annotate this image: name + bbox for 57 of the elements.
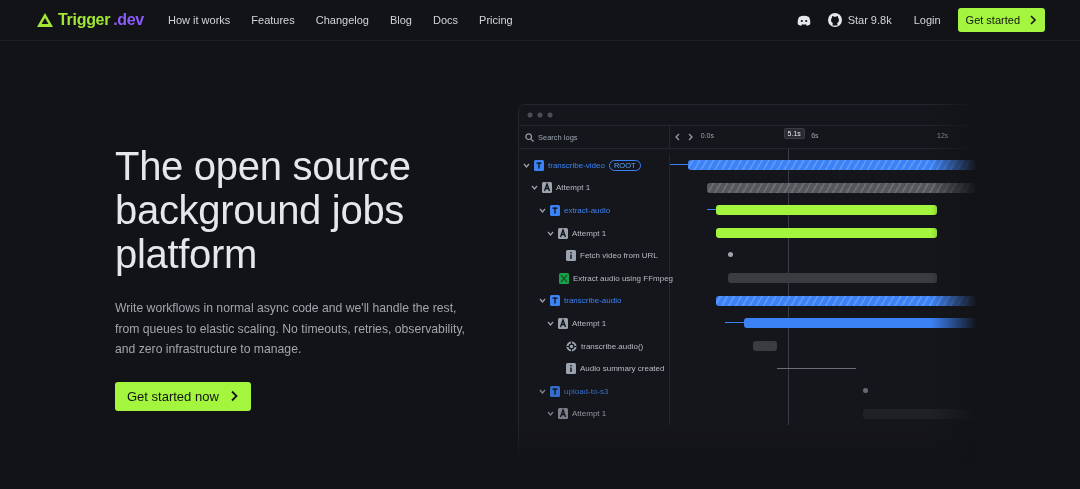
hero-description: Write workflows in normal async code and we'll handle the rest, from queues to elastic scaling. No timeouts, retries, observability, and zero infrastructure to manage. — [115, 300, 466, 358]
nav-link[interactable]: How it works — [167, 14, 231, 26]
chevron-icon[interactable] — [547, 319, 554, 327]
row-label[interactable]: Fetch video from URL — [580, 251, 658, 261]
logo[interactable]: Trigger .dev — [37, 11, 144, 29]
nav-link[interactable]: Features — [251, 14, 295, 26]
chevron-icon[interactable] — [531, 184, 538, 192]
event-dot — [863, 387, 869, 393]
row-label[interactable]: Extract audio using FFmpeg — [573, 273, 674, 283]
attempt-icon — [558, 227, 568, 239]
task-icon — [534, 159, 544, 171]
arrows-icon — [675, 133, 693, 141]
chevron-right-icon — [229, 390, 238, 402]
task-icon — [550, 385, 560, 397]
queue-line — [725, 322, 744, 324]
chevron-icon[interactable] — [539, 387, 546, 395]
api-icon — [566, 340, 577, 352]
row-label[interactable]: Attempt 1 — [556, 183, 591, 193]
chevron-icon[interactable] — [523, 161, 530, 169]
row-label[interactable]: Audio summary created — [580, 364, 665, 374]
discord-link[interactable] — [796, 14, 811, 26]
queue-line — [706, 209, 717, 211]
task-icon — [550, 205, 560, 216]
row-label[interactable]: transcribe-audio — [564, 296, 622, 306]
chevron-icon[interactable] — [539, 297, 546, 305]
nav-link[interactable]: Pricing — [479, 14, 513, 26]
chevron-icon[interactable] — [547, 410, 554, 418]
search-icon — [525, 132, 534, 142]
attempt-icon — [558, 317, 568, 329]
chevron-icon[interactable] — [547, 229, 554, 237]
row-label[interactable]: extract-audio — [564, 206, 611, 215]
event-dot — [728, 252, 734, 258]
hero-heading: The open source background jobs platform — [115, 144, 412, 276]
row-label[interactable]: transcribe-video — [548, 160, 605, 170]
github-star-link[interactable]: Star 9.8k — [827, 13, 892, 27]
row-label[interactable]: Attempt 1 — [572, 409, 607, 419]
chevron-icon[interactable] — [539, 207, 546, 214]
info-icon — [566, 250, 576, 262]
nav-link[interactable]: Blog — [389, 14, 412, 26]
chevron-right-icon — [1029, 15, 1037, 25]
attempt-icon — [558, 408, 568, 420]
row-label[interactable]: upload-to-s3 — [564, 386, 609, 396]
timeline-bar — [752, 340, 778, 351]
nav-link[interactable]: Changelog — [315, 14, 369, 26]
task-icon — [550, 295, 560, 307]
row-label[interactable]: Attempt 1 — [572, 318, 607, 328]
get-started-button[interactable]: Get started — [957, 8, 1045, 32]
login-link[interactable]: Login — [913, 14, 941, 26]
get-started-now-button[interactable]: Get started now — [115, 381, 251, 411]
github-icon — [827, 13, 842, 27]
attempt-icon — [542, 182, 552, 194]
info-icon — [566, 363, 576, 375]
row-label[interactable]: transcribe.audio() — [581, 341, 644, 351]
span-icon — [559, 272, 569, 284]
queue-line — [670, 164, 689, 165]
row-label[interactable]: Attempt 1 — [572, 228, 607, 238]
nav-link[interactable]: Docs — [433, 14, 459, 26]
